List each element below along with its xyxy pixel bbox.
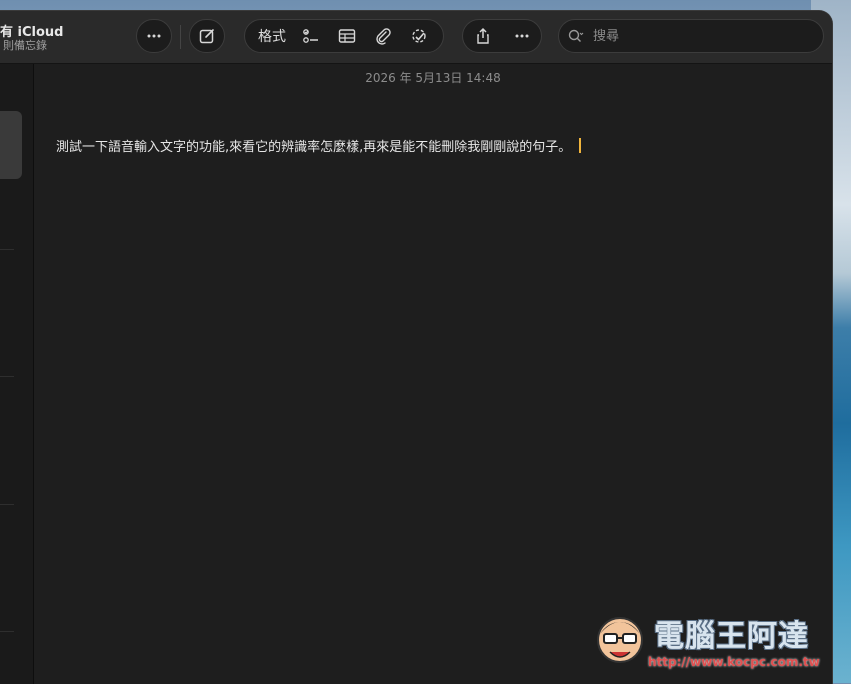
note-text[interactable]: 測試一下語音輸入文字的功能,來看它的辨識率怎麼樣,再來是能不能刪除我剛剛說的句子… — [56, 140, 571, 155]
watermark-logo: 電腦王阿達 http://www.kocpc.com.tw — [592, 603, 832, 678]
note-date: 2026 年 5月13日 14:48 — [365, 71, 501, 85]
more-icon — [139, 21, 169, 51]
more-options-button[interactable] — [136, 19, 172, 53]
list-divider — [0, 631, 14, 632]
toolbar-divider — [180, 25, 181, 49]
search-input[interactable] — [591, 27, 795, 45]
toolbar: 有 iCloud 則備忘錄 格式 — [0, 11, 832, 64]
search-field[interactable] — [558, 19, 824, 53]
format-button[interactable]: 格式 — [254, 26, 290, 46]
share-group — [462, 19, 542, 53]
notes-window: 有 iCloud 則備忘錄 格式 搜尋 2026 年 5月13日 14:48 測… — [0, 10, 833, 684]
format-tools-group: 格式 — [244, 19, 444, 53]
collaborate-icon[interactable] — [404, 21, 434, 51]
note-body[interactable]: 測試一下語音輸入文字的功能,來看它的辨識率怎麼樣,再來是能不能刪除我剛剛說的句子… — [56, 136, 582, 155]
paperclip-icon[interactable] — [368, 21, 398, 51]
share-icon[interactable] — [468, 21, 498, 51]
search-icon — [565, 21, 587, 51]
watermark-url: http://www.kocpc.com.tw — [648, 655, 820, 669]
account-subtitle: 則備忘錄 — [3, 39, 47, 52]
compose-icon — [192, 21, 222, 51]
watermark-text: 電腦王阿達 — [654, 619, 809, 654]
text-caret — [579, 138, 582, 153]
list-divider — [0, 504, 14, 505]
new-note-button[interactable] — [189, 19, 225, 53]
list-divider — [0, 249, 14, 250]
selected-note-row[interactable] — [0, 111, 22, 179]
list-divider — [0, 376, 14, 377]
checklist-icon[interactable] — [296, 21, 326, 51]
table-icon[interactable] — [332, 21, 362, 51]
notes-list-sidebar — [0, 64, 34, 684]
note-editor[interactable]: 2026 年 5月13日 14:48 測試一下語音輸入文字的功能,來看它的辨識率… — [34, 64, 832, 684]
mascot-icon — [597, 617, 643, 663]
more-icon[interactable] — [507, 21, 537, 51]
